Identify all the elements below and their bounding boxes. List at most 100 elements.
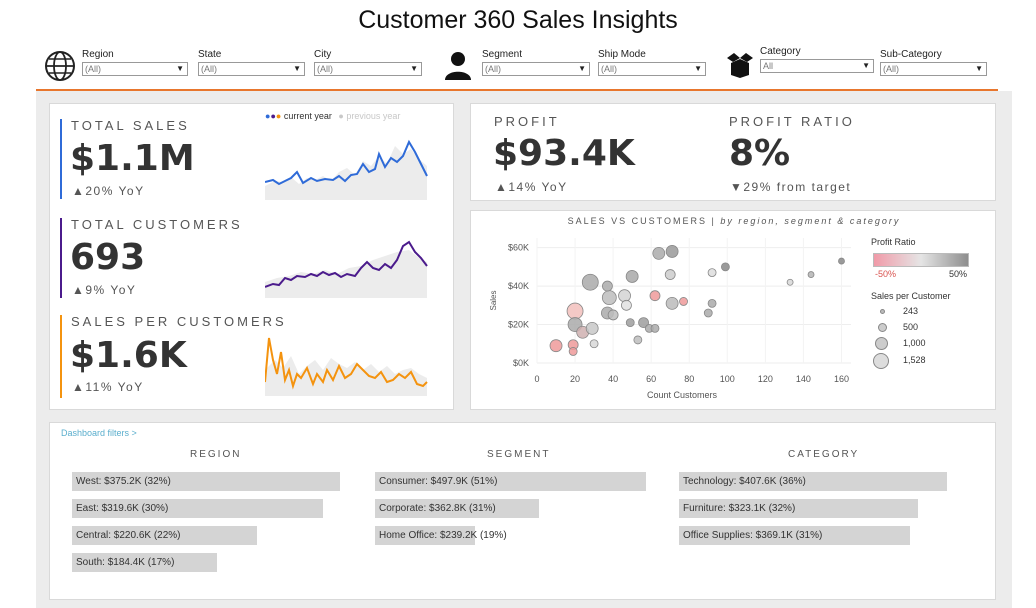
- dashboard-canvas: ●●● current year ● previous year TOTAL S…: [36, 91, 1012, 608]
- scatter-point: [786, 278, 794, 286]
- scatter-point: [568, 347, 578, 356]
- scatter-point: [679, 297, 688, 306]
- page-title: Customer 360 Sales Insights: [358, 6, 678, 34]
- region-bar-west[interactable]: West: $375.2K (32%): [72, 472, 340, 491]
- person-icon: [445, 52, 471, 80]
- scatter-point: [664, 269, 676, 280]
- segment-filter-label: Segment: [482, 49, 523, 60]
- spc-sparkline: [265, 337, 428, 396]
- chevron-down-icon: ▼: [176, 64, 184, 73]
- city-filter[interactable]: City (All) ▼: [314, 49, 422, 76]
- region-bar-east[interactable]: East: $319.6K (30%): [72, 499, 323, 518]
- ratio-gradient: [873, 253, 969, 267]
- ship-mode-select[interactable]: (All) ▼: [598, 62, 706, 76]
- y-tick-label: $60K: [508, 243, 529, 253]
- x-tick-label: 160: [834, 374, 849, 384]
- segment-select[interactable]: (All) ▼: [482, 62, 590, 76]
- total-sales-sparkline: [265, 139, 428, 200]
- scatter-point: [602, 280, 613, 292]
- y-tick-label: $40K: [508, 281, 529, 291]
- legend-current-label: current year: [283, 111, 332, 121]
- sub-category-filter[interactable]: Sub-Category (All) ▼: [880, 49, 987, 76]
- segment-filter[interactable]: Segment (All) ▼: [482, 49, 590, 76]
- scatter-point: [838, 257, 845, 265]
- scatter-point: [720, 262, 730, 272]
- x-tick-label: 120: [758, 374, 773, 384]
- region-bar-central[interactable]: Central: $220.6K (22%): [72, 526, 257, 545]
- x-tick-label: 60: [646, 374, 656, 384]
- region-filter[interactable]: Region (All) ▼: [82, 49, 188, 76]
- state-filter-label: State: [198, 49, 222, 60]
- scatter-point: [625, 318, 635, 328]
- chevron-down-icon: ▼: [410, 64, 418, 73]
- scatter-card: SALES VS CUSTOMERS | by region, segment …: [470, 210, 996, 410]
- city-filter-label: City: [314, 49, 332, 60]
- scatter-point: [649, 290, 661, 302]
- scatter-point: [707, 298, 717, 308]
- profit-card: PROFIT $93.4K ▲14% YoY PROFIT RATIO 8% ▼…: [470, 103, 996, 201]
- chevron-down-icon: ▼: [578, 64, 586, 73]
- spc-label: SALES PER CUSTOMERS: [71, 314, 287, 329]
- scatter-point: [650, 323, 660, 333]
- sparkline-legend: ●●● current year ● previous year: [265, 111, 401, 121]
- state-select[interactable]: (All) ▼: [198, 62, 305, 76]
- x-tick-label: 20: [570, 374, 580, 384]
- filter-bar: Region (All) ▼ State (All) ▼ City (All) ▼ S…: [0, 45, 1036, 85]
- x-tick-label: 0: [534, 374, 539, 384]
- sales-accent-bar: [60, 119, 62, 199]
- size-legend-title: Sales per Customer: [871, 291, 951, 301]
- region-filter-label: Region: [82, 49, 114, 60]
- scatter-point: [665, 296, 679, 310]
- state-filter[interactable]: State (All) ▼: [198, 49, 305, 76]
- spc-yoy: ▲11% YoY: [72, 380, 144, 394]
- size-legend: 243 500 1,000 1,528: [873, 306, 973, 376]
- category-filter-label: Category: [760, 46, 801, 57]
- chevron-down-icon: ▼: [694, 64, 702, 73]
- scatter-point: [566, 302, 584, 320]
- segment-bar-home-office[interactable]: Home Office: $239.2K (19%): [375, 526, 507, 545]
- x-axis-title: Count Customers: [647, 390, 718, 400]
- sub-category-select[interactable]: (All) ▼: [880, 62, 987, 76]
- profit-value: $93.4K: [493, 133, 635, 174]
- x-tick-label: 40: [608, 374, 618, 384]
- scatter-point: [549, 339, 563, 353]
- y-axis-title: Sales: [489, 290, 498, 310]
- segment-heading: SEGMENT: [487, 449, 551, 460]
- chevron-down-icon: ▼: [975, 64, 983, 73]
- total-customers-sparkline: [265, 240, 428, 298]
- ship-mode-filter[interactable]: Ship Mode (All) ▼: [598, 49, 706, 76]
- region-bar-south[interactable]: South: $184.4K (17%): [72, 553, 217, 572]
- segment-bar-corporate[interactable]: Corporate: $362.8K (31%): [375, 499, 539, 518]
- segment-bar-consumer[interactable]: Consumer: $497.9K (51%): [375, 472, 646, 491]
- total-sales-value: $1.1M: [70, 138, 195, 179]
- total-customers-yoy: ▲9% YoY: [72, 283, 137, 297]
- category-bar-office-supplies[interactable]: Office Supplies: $369.1K (31%): [679, 526, 910, 545]
- scatter-point: [601, 290, 617, 306]
- x-tick-label: 140: [796, 374, 811, 384]
- total-customers-value: 693: [70, 237, 146, 278]
- total-customers-label: TOTAL CUSTOMERS: [71, 217, 243, 232]
- scatter-point: [625, 270, 639, 283]
- city-select[interactable]: (All) ▼: [314, 62, 422, 76]
- chevron-down-icon: ▼: [862, 61, 870, 70]
- scatter-point: [585, 321, 599, 335]
- scatter-point: [807, 271, 815, 278]
- category-select[interactable]: All ▼: [760, 59, 874, 73]
- legend-previous-label: previous year: [346, 111, 401, 121]
- category-heading: CATEGORY: [788, 449, 860, 460]
- x-tick-label: 80: [684, 374, 694, 384]
- scatter-point: [707, 268, 717, 278]
- category-bar-technology[interactable]: Technology: $407.6K (36%): [679, 472, 947, 491]
- scatter-point: [607, 309, 619, 321]
- category-bar-furniture[interactable]: Furniture: $323.1K (32%): [679, 499, 918, 518]
- profit-ratio-label: PROFIT RATIO: [729, 114, 855, 129]
- chevron-down-icon: ▼: [293, 64, 301, 73]
- spc-accent-bar: [60, 315, 62, 398]
- total-sales-label: TOTAL SALES: [71, 118, 190, 133]
- ratio-max: 50%: [949, 269, 968, 279]
- dashboard-filters-link[interactable]: Dashboard filters >: [61, 428, 137, 438]
- region-select[interactable]: (All) ▼: [82, 62, 188, 76]
- category-filter[interactable]: Category All ▼: [760, 46, 874, 73]
- profit-label: PROFIT: [494, 114, 560, 129]
- scatter-point: [703, 308, 713, 318]
